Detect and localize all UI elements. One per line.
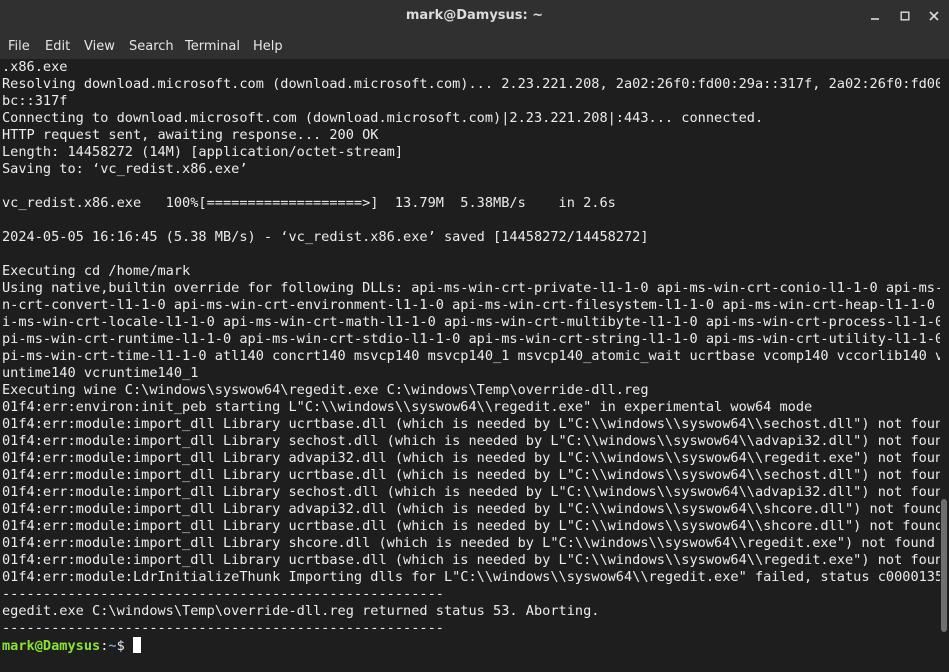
terminal-line: egedit.exe C:\windows\Temp\override-dll.… (2, 603, 600, 619)
terminal-line: HTTP request sent, awaiting response... … (2, 127, 379, 143)
terminal-output[interactable]: .x86.exe Resolving download.microsoft.com… (0, 59, 940, 672)
terminal-line: 01f4:err:environ:init_peb starting L"C:\… (2, 399, 813, 415)
terminal-line: untime140 vcruntime140_1 (2, 365, 199, 381)
terminal-line: 01f4:err:module:import_dll Library ucrtb… (2, 518, 940, 534)
terminal-line: Resolving download.microsoft.com (downlo… (2, 76, 940, 92)
prompt-user-host: mark@Damysus (2, 638, 101, 654)
terminal-line: 01f4:err:module:LdrInitializeThunk Impor… (2, 569, 940, 585)
terminal-line: 01f4:err:module:import_dll Library secho… (2, 433, 940, 449)
menu-file[interactable]: File (8, 39, 30, 54)
menu-view[interactable]: View (84, 39, 115, 54)
close-button[interactable] (923, 5, 945, 27)
terminal-line: ----------------------------------------… (2, 620, 444, 636)
terminal-line: 2024-05-05 16:16:45 (5.38 MB/s) - ‘vc_re… (2, 229, 649, 245)
terminal-line: Executing wine C:\windows\syswow64\reged… (2, 382, 649, 398)
menu-edit[interactable]: Edit (45, 39, 70, 54)
maximize-button[interactable] (894, 5, 916, 27)
prompt-symbol: $ (116, 638, 133, 654)
scrollbar-thumb[interactable] (941, 499, 947, 632)
menu-search[interactable]: Search (129, 39, 174, 54)
terminal-line: bc::317f (2, 93, 68, 109)
menu-terminal[interactable]: Terminal (185, 39, 240, 54)
terminal-line: 01f4:err:module:import_dll Library ucrtb… (2, 467, 940, 483)
prompt-path: ~ (108, 638, 117, 654)
minimize-icon (870, 11, 880, 21)
terminal-line: Saving to: ‘vc_redist.x86.exe’ (2, 161, 248, 177)
terminal-line: Length: 14458272 (14M) [application/octe… (2, 144, 404, 160)
scrollbar[interactable] (940, 59, 949, 672)
terminal-line: Executing cd /home/mark (2, 263, 191, 279)
terminal-line: 01f4:err:module:import_dll Library advap… (2, 501, 940, 517)
close-icon (929, 11, 939, 21)
terminal-line: 01f4:err:module:import_dll Library shcor… (2, 535, 935, 551)
terminal-line: Connecting to download.microsoft.com (do… (2, 110, 764, 126)
minimize-button[interactable] (864, 5, 886, 27)
terminal-line: pi-ms-win-crt-runtime-l1-1-0 api-ms-win-… (2, 331, 940, 347)
title-bar[interactable]: mark@Damysus: ~ (0, 0, 949, 33)
terminal-line: .x86.exe (2, 59, 68, 75)
terminal-line: pi-ms-win-crt-time-l1-1-0 atl140 concrt1… (2, 348, 940, 364)
terminal-line: 01f4:err:module:import_dll Library ucrtb… (2, 416, 940, 432)
terminal-line: n-crt-convert-l1-1-0 api-ms-win-crt-envi… (2, 297, 940, 313)
window-title: mark@Damysus: ~ (405, 8, 544, 23)
terminal-line: ----------------------------------------… (2, 586, 444, 602)
terminal-line: 01f4:err:module:import_dll Library secho… (2, 484, 940, 500)
menu-bar: File Edit View Search Terminal Help (0, 33, 949, 59)
menu-help[interactable]: Help (253, 39, 283, 54)
maximize-icon (900, 11, 910, 21)
terminal-line: Using native,builtin override for follow… (2, 280, 940, 296)
prompt-line[interactable]: mark@Damysus:~$ (2, 637, 141, 654)
terminal-line: i-ms-win-crt-locale-l1-1-0 api-ms-win-cr… (2, 314, 940, 330)
text-cursor (132, 637, 141, 653)
terminal-line: vc_redist.x86.exe 100%[=================… (2, 195, 616, 211)
terminal-line: 01f4:err:module:import_dll Library advap… (2, 450, 940, 466)
terminal-window: mark@Damysus: ~ File Edit View Search Te… (0, 0, 949, 672)
terminal-line: 01f4:err:module:import_dll Library ucrtb… (2, 552, 940, 568)
